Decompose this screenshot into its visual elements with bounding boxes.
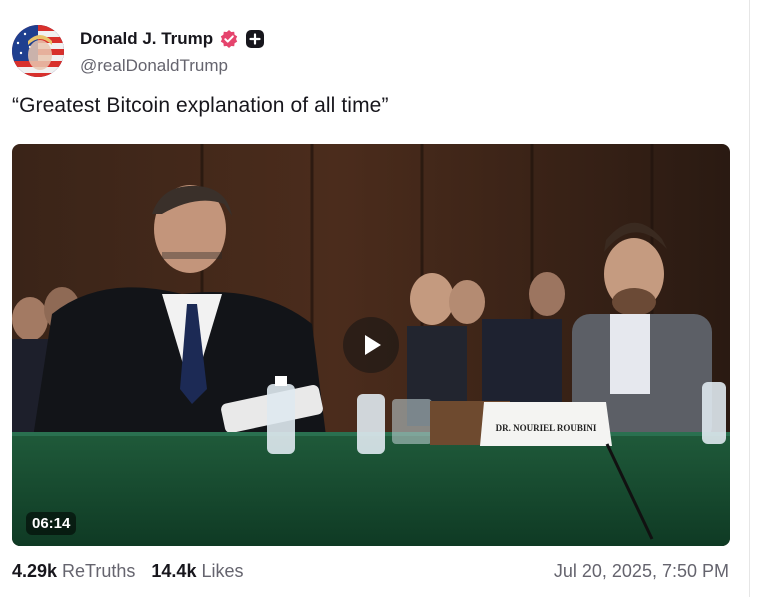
post-timestamp[interactable]: Jul 20, 2025, 7:50 PM xyxy=(554,561,729,582)
play-button[interactable] xyxy=(343,317,399,373)
retruths-stat[interactable]: 4.29k ReTruths xyxy=(12,561,135,582)
divider xyxy=(749,0,750,597)
post-card: Donald J. Trump @realDonaldTrump “Greate… xyxy=(0,0,760,597)
plus-icon[interactable] xyxy=(245,29,265,49)
author-handle[interactable]: @realDonaldTrump xyxy=(80,56,228,76)
nameplate-text: DR. NOURIEL ROUBINI xyxy=(496,423,597,433)
avatar[interactable] xyxy=(12,25,64,77)
post-text: “Greatest Bitcoin explanation of all tim… xyxy=(12,94,389,117)
post-stats: 4.29k ReTruths 14.4k Likes xyxy=(12,561,243,582)
video-duration: 06:14 xyxy=(26,512,77,535)
play-icon xyxy=(365,335,381,355)
retruths-count: 4.29k xyxy=(12,561,58,581)
likes-stat[interactable]: 14.4k Likes xyxy=(151,561,243,582)
retruths-label: ReTruths xyxy=(62,561,136,581)
verified-badge-icon xyxy=(219,29,239,49)
avatar-image xyxy=(12,25,64,77)
likes-count: 14.4k xyxy=(151,561,197,581)
author-name-row: Donald J. Trump xyxy=(80,27,265,51)
likes-label: Likes xyxy=(201,561,244,581)
video-player[interactable]: DR. NOURIEL ROUBINI 06:14 xyxy=(12,144,730,546)
author-name[interactable]: Donald J. Trump xyxy=(80,29,213,49)
